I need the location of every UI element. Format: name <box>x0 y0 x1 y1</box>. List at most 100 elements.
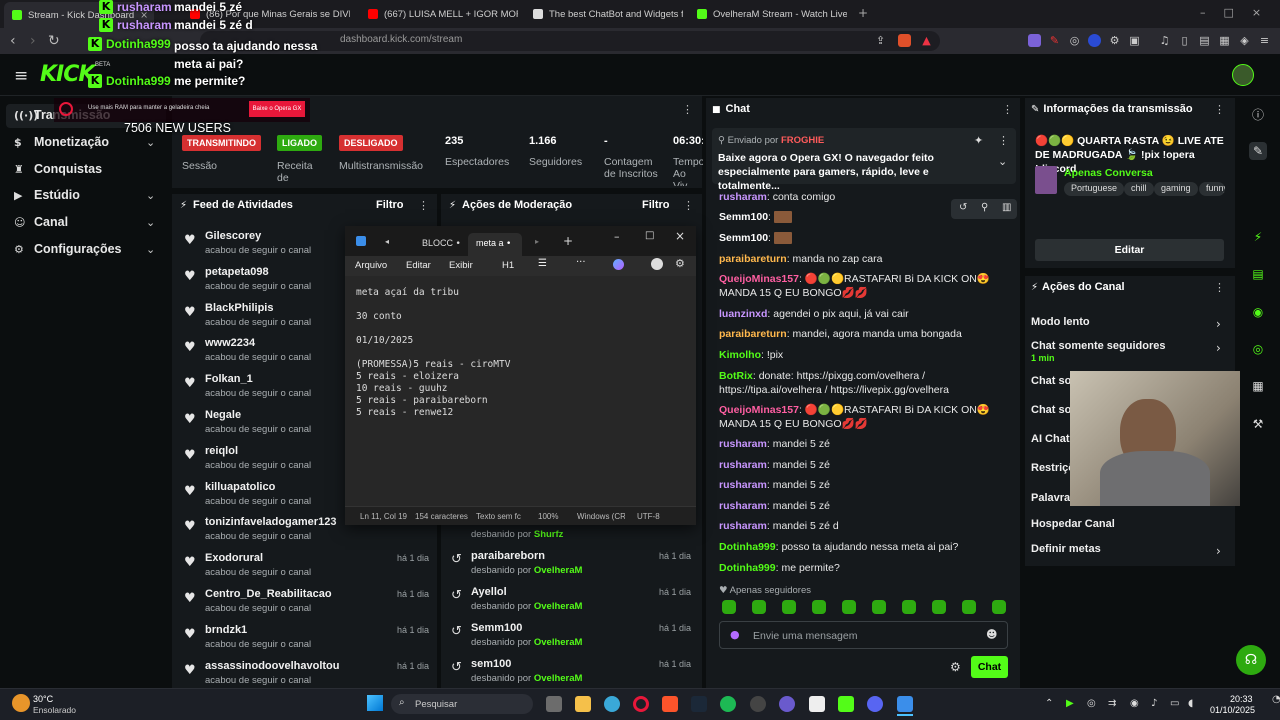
follower-name[interactable]: petapeta098 <box>205 266 269 278</box>
chat-message[interactable]: BotRix: donate: https://pixgg.com/ovelhe… <box>719 369 1009 397</box>
moderated-user[interactable]: sem100 <box>471 658 511 670</box>
chat-username[interactable]: Dotinha999 <box>719 562 776 574</box>
follower-name[interactable]: www2234 <box>205 337 255 349</box>
file-explorer-icon[interactable] <box>575 696 591 712</box>
pinned-by-user[interactable]: FROGHIE <box>781 135 824 146</box>
microphone-icon[interactable]: ● <box>730 628 740 641</box>
chat-username[interactable]: Semm100 <box>719 211 768 223</box>
broadcast-icon[interactable]: ◎ <box>1249 340 1267 358</box>
back-icon[interactable]: ‹ <box>10 33 16 49</box>
support-chat-icon[interactable]: ☊ <box>1236 645 1266 675</box>
sidebar-item-estudio[interactable]: ▶ Estúdio <box>14 188 80 202</box>
more-options-icon[interactable]: ⋮ <box>1002 103 1013 116</box>
menu-icon[interactable]: ≡ <box>1258 34 1271 47</box>
chat-username[interactable]: rusharam <box>719 479 767 491</box>
follower-name[interactable]: Negale <box>205 409 241 421</box>
tray-network-icon[interactable]: ▭ <box>1170 698 1179 709</box>
chevron-down-icon[interactable]: ⌄ <box>146 189 155 202</box>
app-icon[interactable] <box>779 696 795 712</box>
chat-message[interactable]: rusharam: mandei 5 zé <box>719 499 1009 513</box>
sidebar-item-monetizacao[interactable]: $ Monetização <box>14 135 109 149</box>
emote-icon[interactable] <box>812 600 826 614</box>
media-icon[interactable]: ♫ <box>1158 34 1171 47</box>
chat-bubble-icon[interactable]: ◉ <box>1249 303 1267 321</box>
more-options-icon[interactable]: ⋮ <box>1214 281 1225 294</box>
menu-arquivo[interactable]: Arquivo <box>355 260 387 271</box>
notepad-tab-meta[interactable]: meta a • <box>468 233 522 256</box>
tray-app-icon[interactable]: ◎ <box>1087 698 1096 709</box>
kick-app-icon[interactable] <box>838 696 854 712</box>
follower-name[interactable]: Exodorural <box>205 552 263 564</box>
tray-steam-icon[interactable]: ◉ <box>1130 698 1139 709</box>
document-icon[interactable] <box>809 696 825 712</box>
chat-username[interactable]: QueijoMinas157 <box>719 404 799 416</box>
browser-tab-ovelheram[interactable]: OvelheraM Stream - Watch Live on K <box>697 4 847 24</box>
forward-icon[interactable]: › <box>30 33 36 49</box>
list-icon[interactable]: ☰ <box>538 258 547 269</box>
emote-icon[interactable] <box>722 600 736 614</box>
moderator-name[interactable]: OvelheraM <box>534 565 583 576</box>
browser-tab-youtube-2[interactable]: (667) LUISA MELL + IGOR MORAIS V <box>368 4 518 24</box>
list-item[interactable]: ↺ Ayellol desbanido por OvelheraM há 1 dia <box>451 585 691 619</box>
weather-desc[interactable]: Ensolarado <box>33 705 76 715</box>
channel-action-item[interactable]: Chat somente seguidores 1 min <box>1031 340 1226 363</box>
brave-shield-icon[interactable] <box>898 34 911 47</box>
steam-icon[interactable] <box>691 696 707 712</box>
emote-icon[interactable] <box>782 600 796 614</box>
list-item[interactable]: ♥ brndzk1 acabou de seguir o canal há 1 dia <box>184 623 429 657</box>
tray-mic-icon[interactable]: ♪ <box>1151 698 1157 709</box>
opera-ad-button[interactable]: Baixe o Opera GX <box>249 101 305 117</box>
tag-pill[interactable]: gaming <box>1154 182 1198 196</box>
chevron-down-icon[interactable]: ⌄ <box>146 136 155 149</box>
chat-username[interactable]: QueijoMinas157 <box>719 273 799 285</box>
new-tab-icon[interactable]: + <box>563 234 573 248</box>
mod-filter-button[interactable]: Filtro <box>642 199 670 211</box>
extension-gamepad-icon[interactable]: ◎ <box>1068 34 1081 47</box>
chat-username[interactable]: rusharam <box>719 438 767 450</box>
chat-message[interactable]: QueijoMinas157: 🔴🟢🟡RASTAFARI Bi DA KICK … <box>719 272 1009 300</box>
moderated-user[interactable]: Ayellol <box>471 586 507 598</box>
tray-volume-icon[interactable]: ◖ <box>1188 698 1193 709</box>
emote-icon[interactable] <box>902 600 916 614</box>
follower-name[interactable]: Gilescorey <box>205 230 261 242</box>
chevron-right-icon[interactable]: › <box>1216 544 1221 558</box>
more-options-icon[interactable]: ⋮ <box>1214 103 1225 116</box>
category-link[interactable]: Apenas Conversa <box>1064 167 1153 179</box>
menu-editar[interactable]: Editar <box>406 260 431 271</box>
window-controls[interactable]: –□× <box>1200 6 1279 19</box>
clock-time[interactable]: 20:33 <box>1230 694 1253 704</box>
sidebar-item-canal[interactable]: ☺ Canal <box>14 215 68 229</box>
chat-input[interactable]: ● Envie uma mensagem ☻ <box>719 621 1008 649</box>
sidebar-item-configuracoes[interactable]: ⚙ Configurações <box>14 242 122 256</box>
list-item[interactable]: ♥ Centro_De_Reabilitacao acabou de seguir … <box>184 587 429 621</box>
notepad-taskbar-icon[interactable] <box>897 696 913 712</box>
chevron-down-icon[interactable]: ⌄ <box>146 243 155 256</box>
follower-name[interactable]: BlackPhilipis <box>205 302 273 314</box>
pencil-icon[interactable]: ✎ <box>1249 142 1267 160</box>
chat-username[interactable]: Dotinha999 <box>719 541 776 553</box>
chat-message[interactable]: Semm100: <box>719 210 1009 224</box>
tab-scroll-right-icon[interactable]: ▸ <box>535 237 539 246</box>
channel-action-item[interactable]: Modo lento <box>1031 316 1226 328</box>
chat-message[interactable]: luanzinxd: agendei o pix aqui, já vai ca… <box>719 307 1009 321</box>
opera-gx-icon[interactable] <box>633 696 649 712</box>
follower-name[interactable]: Folkan_1 <box>205 373 253 385</box>
chat-username[interactable]: Kimolho <box>719 349 761 361</box>
extension-pen-icon[interactable]: ✎ <box>1048 34 1061 47</box>
list-item[interactable]: ♥ Exodorural acabou de seguir o canal há 1 … <box>184 551 429 585</box>
taskbar-search[interactable]: ⌕ Pesquisar <box>391 694 533 714</box>
account-icon[interactable] <box>651 258 663 270</box>
more-options-icon[interactable]: ⋮ <box>683 199 694 212</box>
tag-pill[interactable]: Portuguese <box>1064 182 1125 196</box>
discord-icon[interactable] <box>867 696 883 712</box>
emote-icon[interactable] <box>752 600 766 614</box>
follower-name[interactable]: assassinodoovelhavoltou <box>205 660 339 672</box>
bookmarks-icon[interactable]: ▤ <box>1198 34 1211 47</box>
kick-logo[interactable]: KICK <box>40 62 95 87</box>
tray-chevron-icon[interactable]: ⌃ <box>1045 698 1053 709</box>
new-tab-icon[interactable]: + <box>858 6 868 20</box>
emote-icon[interactable] <box>962 600 976 614</box>
notification-bell-icon[interactable]: ◔ <box>1272 694 1280 705</box>
menu-exibir[interactable]: Exibir <box>449 260 473 271</box>
user-avatar[interactable] <box>1232 64 1254 86</box>
